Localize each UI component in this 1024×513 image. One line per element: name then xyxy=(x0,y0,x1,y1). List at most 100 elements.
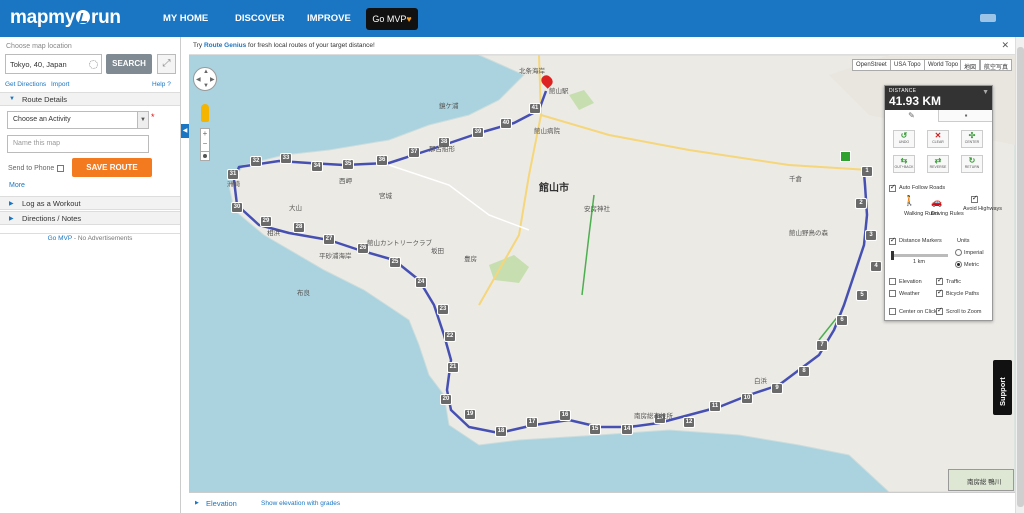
help-link[interactable]: Help ? xyxy=(152,81,171,88)
auto-follow-checkbox[interactable] xyxy=(889,183,896,192)
route-marker[interactable]: 21 xyxy=(447,362,459,373)
comments-tab-icon[interactable]: ▪ xyxy=(939,110,993,122)
route-marker[interactable]: 37 xyxy=(408,147,420,158)
zoom-out-icon[interactable]: − xyxy=(203,139,208,148)
route-marker[interactable]: 22 xyxy=(444,331,456,342)
route-name-input[interactable]: Name this map xyxy=(7,135,149,153)
slider-knob[interactable] xyxy=(891,251,894,260)
clear-button[interactable]: ✕ CLEAR xyxy=(927,130,949,148)
collapse-sidebar-icon[interactable]: ◀ xyxy=(181,124,189,138)
route-marker[interactable]: 8 xyxy=(798,366,810,377)
route-marker[interactable]: 19 xyxy=(464,409,476,420)
metric-radio[interactable] xyxy=(955,261,962,268)
route-marker[interactable]: 18 xyxy=(495,426,507,437)
bicycle-paths-checkbox[interactable] xyxy=(936,288,943,297)
route-marker[interactable]: 2 xyxy=(855,198,867,209)
out-back-button[interactable]: ⇆ OUT+BACK xyxy=(893,155,915,173)
route-marker[interactable]: 17 xyxy=(526,417,538,428)
directions-notes-section[interactable]: ▶ Directions / Notes xyxy=(0,211,180,225)
street-view-pegman-icon[interactable] xyxy=(201,104,209,122)
route-marker[interactable]: 30 xyxy=(231,202,243,213)
marker-interval-slider[interactable] xyxy=(891,251,948,260)
weather-checkbox[interactable] xyxy=(889,290,896,297)
maptype-satellite[interactable]: 航空写真 xyxy=(980,59,1013,71)
nav-discover[interactable]: DISCOVER xyxy=(235,13,285,24)
import-link[interactable]: Import xyxy=(51,81,69,88)
route-marker[interactable]: 36 xyxy=(376,155,388,166)
location-input[interactable]: Tokyo, 40, Japan xyxy=(5,54,102,74)
route-marker[interactable]: 25 xyxy=(389,257,401,268)
pan-left-icon[interactable]: ◀ xyxy=(196,76,201,83)
route-marker[interactable]: 15 xyxy=(589,424,601,435)
collapse-panel-icon[interactable]: ▼ xyxy=(982,89,989,96)
route-marker[interactable]: 40 xyxy=(500,118,512,129)
center-button[interactable]: ✣ CENTER xyxy=(961,130,983,148)
avoid-highways-checkbox[interactable] xyxy=(971,194,978,203)
route-marker[interactable]: 33 xyxy=(280,153,292,164)
mapmyrun-logo[interactable]: mapmy run xyxy=(10,7,121,29)
zoom-in-icon[interactable]: + xyxy=(203,129,208,138)
route-marker[interactable]: 5 xyxy=(856,290,868,301)
distance-markers-checkbox[interactable] xyxy=(889,236,896,245)
route-marker[interactable]: 29 xyxy=(260,216,272,227)
route-marker[interactable]: 10 xyxy=(741,393,753,404)
route-marker[interactable]: 6 xyxy=(836,315,848,326)
nav-my-home[interactable]: MY HOME xyxy=(163,13,208,24)
scrollbar-thumb[interactable] xyxy=(1017,47,1024,507)
route-marker[interactable]: 41 xyxy=(529,103,541,114)
undo-button[interactable]: ↺ UNDO xyxy=(893,130,915,148)
maptype-openstreet[interactable]: OpenStreet xyxy=(852,59,891,71)
route-marker[interactable]: 28 xyxy=(293,222,305,233)
route-marker[interactable]: 9 xyxy=(771,383,783,394)
driving-icon[interactable]: 🚗 xyxy=(931,197,942,208)
route-marker[interactable]: 12 xyxy=(683,417,695,428)
scroll-to-zoom-checkbox[interactable] xyxy=(936,306,943,315)
go-mvp-button[interactable]: Go MVP♥ xyxy=(366,8,418,30)
maptype-usa-topo[interactable]: USA Topo xyxy=(890,59,925,71)
route-marker[interactable]: 24 xyxy=(415,277,427,288)
expand-icon[interactable]: ⤢ xyxy=(157,54,176,74)
start-flag-icon[interactable] xyxy=(840,151,851,162)
nav-improve[interactable]: IMPROVE xyxy=(307,13,351,24)
show-grades-link[interactable]: Show elevation with grades xyxy=(261,500,340,507)
pan-right-icon[interactable]: ▶ xyxy=(210,76,215,83)
log-workout-section[interactable]: ▶ Log as a Workout xyxy=(0,196,180,210)
activity-select[interactable]: Choose an Activity ▼ xyxy=(7,111,149,129)
route-marker[interactable]: 27 xyxy=(323,234,335,245)
get-directions-link[interactable]: Get Directions xyxy=(5,81,46,88)
more-link[interactable]: More xyxy=(9,182,25,189)
elevation-toggle[interactable]: Elevation xyxy=(206,499,237,508)
imperial-radio[interactable] xyxy=(955,249,962,256)
user-menu[interactable] xyxy=(980,14,996,22)
close-icon[interactable]: ✕ xyxy=(1001,40,1009,51)
traffic-checkbox[interactable] xyxy=(936,276,943,285)
route-marker[interactable]: 35 xyxy=(342,159,354,170)
route-marker[interactable]: 34 xyxy=(311,161,323,172)
save-route-button[interactable]: SAVE ROUTE xyxy=(72,158,152,177)
go-mvp-link[interactable]: Go MVP xyxy=(48,235,72,242)
route-marker[interactable]: 23 xyxy=(437,304,449,315)
support-tab[interactable]: Support xyxy=(993,360,1012,415)
route-marker[interactable]: 11 xyxy=(709,401,721,412)
maptype-world-topo[interactable]: World Topo xyxy=(924,59,963,71)
search-button[interactable]: SEARCH xyxy=(106,54,152,74)
maptype-map[interactable]: 地図 xyxy=(960,59,981,71)
route-marker[interactable]: 39 xyxy=(472,127,484,138)
route-marker[interactable]: 32 xyxy=(250,156,262,167)
walking-icon[interactable]: 🚶 xyxy=(903,196,915,207)
center-on-click-checkbox[interactable] xyxy=(889,308,896,315)
tools-tab-wrench-icon[interactable]: ✎ xyxy=(885,110,939,122)
return-button[interactable]: ↻ RETURN xyxy=(961,155,983,173)
overview-minimap[interactable]: 南房総 鴨川 xyxy=(948,469,1014,491)
locate-icon[interactable] xyxy=(200,151,210,161)
route-marker[interactable]: 4 xyxy=(870,261,882,272)
route-marker[interactable]: 1 xyxy=(861,166,873,177)
reverse-button[interactable]: ⇄ REVERSE xyxy=(927,155,949,173)
route-marker[interactable]: 16 xyxy=(559,410,571,421)
route-marker[interactable]: 7 xyxy=(816,340,828,351)
route-marker[interactable]: 20 xyxy=(440,394,452,405)
elevation-checkbox[interactable] xyxy=(889,278,896,285)
route-marker[interactable]: 14 xyxy=(621,424,633,435)
pan-down-icon[interactable]: ▼ xyxy=(203,83,209,89)
pan-control[interactable]: ▲ ▼ ◀ ▶ xyxy=(193,67,217,91)
